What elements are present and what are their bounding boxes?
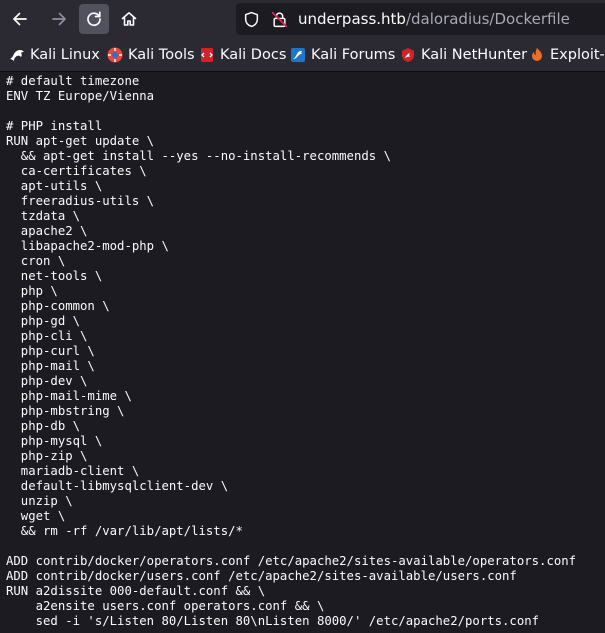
code-line: libapache2-mod-php \ (6, 239, 169, 253)
home-button[interactable] (114, 4, 144, 34)
code-line: php-mail \ (6, 359, 95, 373)
code-line: apt-utils \ (6, 179, 103, 193)
code-line: php \ (6, 284, 58, 298)
arrow-right-icon (52, 12, 66, 26)
kali-docs-icon (201, 48, 213, 62)
code-line: freeradius-utils \ (6, 194, 155, 208)
code-line: default-libmysqlclient-dev \ (6, 479, 229, 493)
bookmark-label: Kali Tools (128, 47, 195, 63)
kali-tools-icon (107, 47, 123, 63)
reload-icon (87, 11, 101, 27)
kali-nethunter-icon (402, 48, 414, 62)
url-host: underpass.htb (298, 10, 406, 28)
code-line: php-mail-mime \ (6, 389, 132, 403)
arrow-left-icon (13, 12, 27, 26)
kali-forums-icon (291, 48, 305, 62)
code-line: php-mbstring \ (6, 404, 125, 418)
code-line: ADD contrib/docker/users.conf /etc/apach… (6, 569, 517, 583)
bookmark-label: Kali Linux (30, 47, 100, 63)
browser-toolbar: underpass.htb/daloradius/Dockerfile (0, 0, 605, 38)
code-line: tzdata \ (6, 209, 81, 223)
page-content: # default timezone ENV TZ Europe/Vienna # … (0, 72, 605, 633)
code-line: RUN a2dissite 000-default.conf && \ (6, 584, 266, 598)
code-line: && rm -rf /var/lib/apt/lists/* (6, 524, 243, 538)
kali-dragon-icon (10, 50, 24, 61)
code-line: RUN apt-get update \ (6, 134, 155, 148)
address-bar[interactable]: underpass.htb/daloradius/Dockerfile (236, 3, 605, 35)
code-line: net-tools \ (6, 269, 103, 283)
code-line: sed -i 's/Listen 80/Listen 80\nListen 80… (6, 614, 540, 628)
code-line: wget \ (6, 509, 66, 523)
bookmarks-toolbar: Kali Linux Kali Tools Kali Docs Kali For… (0, 38, 605, 72)
code-line: a2ensite users.conf operators.conf && \ (6, 599, 325, 613)
code-line: && apt-get install --yes --no-install-re… (6, 149, 391, 163)
exploit-db-icon (532, 48, 542, 61)
code-line: php-zip \ (6, 449, 88, 463)
code-line: apache2 \ (6, 224, 88, 238)
insecure-lock-icon[interactable] (271, 11, 288, 28)
code-line: php-mysql \ (6, 434, 103, 448)
code-line: php-db \ (6, 419, 81, 433)
code-line: php-curl \ (6, 344, 95, 358)
code-line: # default timezone (6, 74, 140, 88)
forward-button[interactable] (44, 4, 74, 34)
code-line: ENV TZ Europe/Vienna (6, 89, 155, 103)
home-icon (121, 12, 137, 26)
code-line: ADD contrib/docker/operators.conf /etc/a… (6, 554, 577, 568)
url-path: /daloradius/Dockerfile (405, 10, 570, 28)
code-line: unzip \ (6, 494, 73, 508)
shield-icon[interactable] (243, 11, 260, 28)
code-line: ca-certificates \ (6, 164, 147, 178)
dockerfile-text: # default timezone ENV TZ Europe/Vienna # … (6, 74, 576, 629)
code-line: php-common \ (6, 299, 110, 313)
bookmark-label: Exploit-DB (550, 47, 605, 63)
reload-button[interactable] (79, 4, 109, 34)
code-line: # PHP install (6, 119, 103, 133)
code-line: php-dev \ (6, 374, 88, 388)
bookmark-label: Kali Forums (311, 47, 396, 63)
bookmark-label: Kali NetHunter (421, 47, 528, 63)
bookmark-label: Kali Docs (220, 47, 287, 63)
code-line: cron \ (6, 254, 66, 268)
code-line: mariadb-client \ (6, 464, 140, 478)
code-line: php-cli \ (6, 329, 88, 343)
code-line: php-gd \ (6, 314, 81, 328)
back-button[interactable] (5, 4, 35, 34)
url-text[interactable]: underpass.htb/daloradius/Dockerfile (298, 10, 570, 28)
